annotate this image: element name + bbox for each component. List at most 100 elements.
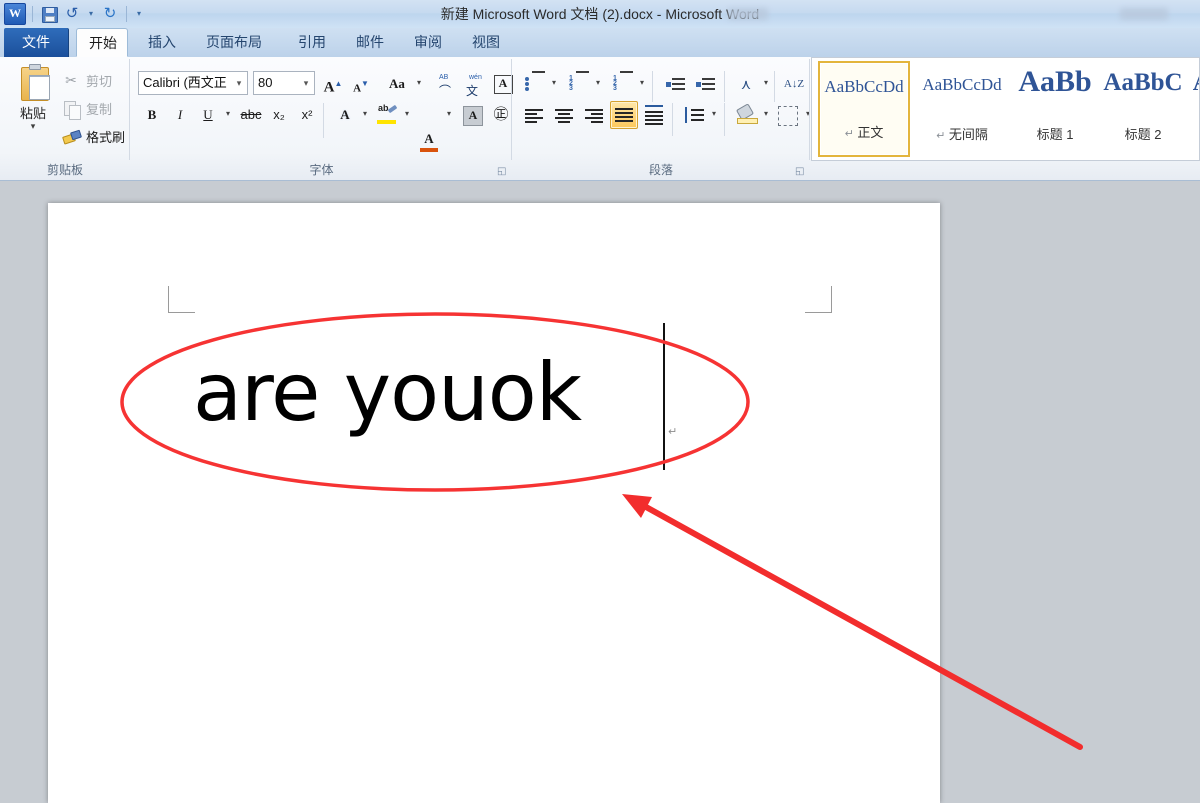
subscript-button[interactable]: x₂: [265, 101, 293, 129]
underline-button[interactable]: U: [194, 101, 222, 129]
sort-az-icon: A↓Z: [781, 71, 807, 97]
style-sample: AaBbC: [1100, 69, 1186, 97]
font-dialog-launcher[interactable]: ◱: [497, 166, 508, 177]
undo-dropdown-icon[interactable]: ▾: [85, 4, 97, 24]
decrease-indent-button[interactable]: [662, 70, 690, 98]
bullets-button[interactable]: [520, 70, 548, 98]
underline-icon: U: [195, 102, 221, 128]
style-sample: AaBbCcDd: [916, 75, 1008, 95]
tab-view[interactable]: 视图: [460, 28, 512, 57]
highlight-icon: ab: [378, 103, 389, 113]
font-size-input[interactable]: 80 ▾: [253, 71, 315, 95]
font-name-dropdown-icon[interactable]: ▾: [233, 72, 245, 94]
style-item-no-spacing[interactable]: AaBbCcDd ↵ 无间隔: [916, 61, 1008, 157]
word-logo-icon[interactable]: W: [4, 3, 26, 25]
font-group-label: 字体: [131, 161, 512, 178]
font-size-dropdown-icon[interactable]: ▾: [300, 72, 312, 94]
font-color-dropdown-icon[interactable]: ▾: [443, 101, 455, 127]
tab-file[interactable]: 文件: [4, 28, 69, 57]
bold-button[interactable]: B: [138, 101, 166, 129]
shrink-font-icon: A: [353, 82, 361, 94]
paragraph-divider-4: [672, 103, 673, 136]
style-item-heading-2[interactable]: AaBbC 标题 2: [1100, 61, 1186, 157]
text-effects-button[interactable]: A: [331, 101, 359, 129]
line-spacing-button[interactable]: [680, 101, 708, 129]
paragraph-divider-1: [652, 71, 653, 102]
style-item-heading-1[interactable]: AaBb 标题 1: [1012, 61, 1098, 157]
paintbrush-icon: [62, 127, 80, 145]
strikethrough-button[interactable]: abc: [237, 101, 265, 129]
bullets-dropdown-icon[interactable]: ▾: [548, 70, 560, 96]
superscript-button[interactable]: x²: [293, 101, 321, 129]
phonetic-guide-button[interactable]: AB ⌒: [433, 70, 461, 98]
bullet-list-icon: [521, 71, 547, 97]
underline-dropdown-icon[interactable]: ▾: [222, 101, 234, 127]
multilevel-dropdown-icon[interactable]: ▾: [636, 70, 648, 96]
character-shading-button[interactable]: A: [459, 101, 487, 129]
redo-icon[interactable]: ↻: [100, 4, 120, 24]
font-row-divider: [323, 103, 324, 138]
numbered-list-icon: 123: [565, 71, 591, 97]
tab-page-layout[interactable]: 页面布局: [194, 28, 274, 57]
distributed-button[interactable]: [640, 101, 668, 129]
text-direction-dropdown-icon[interactable]: ▾: [760, 70, 772, 96]
increase-indent-button[interactable]: [692, 70, 720, 98]
character-border-button[interactable]: wén 文: [461, 70, 489, 98]
paste-dropdown-icon[interactable]: ▾: [10, 121, 56, 132]
paragraph-divider-3: [774, 71, 775, 102]
clipboard-group-label: 剪贴板: [0, 161, 130, 178]
paragraph-divider-5: [724, 103, 725, 136]
tab-mailings[interactable]: 邮件: [344, 28, 396, 57]
tab-insert[interactable]: 插入: [136, 28, 188, 57]
multilevel-list-button[interactable]: 123: [608, 70, 636, 98]
align-left-button[interactable]: [520, 101, 548, 129]
numbering-button[interactable]: 123: [564, 70, 592, 98]
chinese-layout-icon: ⋏: [733, 71, 759, 97]
change-case-button[interactable]: Aa: [379, 70, 415, 98]
paste-button[interactable]: 粘贴 ▾: [10, 63, 56, 139]
document-workspace[interactable]: are youok ↵: [0, 181, 1200, 803]
align-center-button[interactable]: [550, 101, 578, 129]
highlight-color-button[interactable]: ab: [373, 101, 401, 129]
style-item-next[interactable]: Aa: [1188, 61, 1200, 157]
text-effects-icon: A: [332, 102, 358, 128]
group-divider-clipboard: [129, 59, 130, 160]
change-case-dropdown-icon[interactable]: ▾: [413, 70, 425, 96]
cut-button[interactable]: ✂ 剪切: [62, 69, 112, 91]
format-painter-button[interactable]: 格式刷: [62, 125, 125, 147]
text-effects-dropdown-icon[interactable]: ▾: [359, 101, 371, 127]
tab-references[interactable]: 引用: [286, 28, 338, 57]
shrink-font-button[interactable]: A▼: [347, 70, 375, 98]
grow-font-icon: A: [324, 79, 335, 95]
shading-dropdown-icon[interactable]: ▾: [760, 101, 772, 127]
line-spacing-dropdown-icon[interactable]: ▾: [708, 101, 720, 127]
undo-icon[interactable]: ↺: [62, 4, 82, 24]
sort-button[interactable]: A↓Z: [780, 70, 808, 98]
title-blur-right: [1120, 8, 1168, 20]
italic-button[interactable]: I: [166, 101, 194, 129]
shading-button[interactable]: [732, 101, 760, 129]
font-name-input[interactable]: Calibri (西文正 ▾: [138, 71, 248, 95]
highlight-dropdown-icon[interactable]: ▾: [401, 101, 413, 127]
document-body-text[interactable]: are youok: [193, 353, 581, 433]
grow-font-button[interactable]: A▲: [319, 70, 347, 98]
tab-review[interactable]: 审阅: [402, 28, 454, 57]
justify-button[interactable]: [610, 101, 638, 129]
italic-icon: I: [167, 102, 193, 128]
font-color-button[interactable]: A: [415, 129, 443, 157]
paragraph-dialog-launcher[interactable]: ◱: [795, 166, 806, 177]
tab-home[interactable]: 开始: [76, 28, 128, 57]
increase-indent-icon: [693, 71, 719, 97]
text-direction-button[interactable]: ⋏: [732, 70, 760, 98]
customize-qat-icon[interactable]: ▾: [133, 4, 145, 24]
save-icon[interactable]: [39, 4, 59, 24]
document-page[interactable]: are youok ↵: [48, 203, 940, 803]
copy-button[interactable]: 复制: [62, 97, 112, 119]
phonetic-guide-icon: AB ⌒: [434, 71, 460, 97]
subscript-icon: x₂: [266, 102, 292, 128]
style-item-normal[interactable]: AaBbCcDd ↵ 正文: [818, 61, 910, 157]
quick-access-toolbar: W ↺ ▾ ↻ ▾: [4, 2, 145, 26]
numbering-dropdown-icon[interactable]: ▾: [592, 70, 604, 96]
borders-button[interactable]: [774, 101, 802, 129]
align-right-button[interactable]: [580, 101, 608, 129]
